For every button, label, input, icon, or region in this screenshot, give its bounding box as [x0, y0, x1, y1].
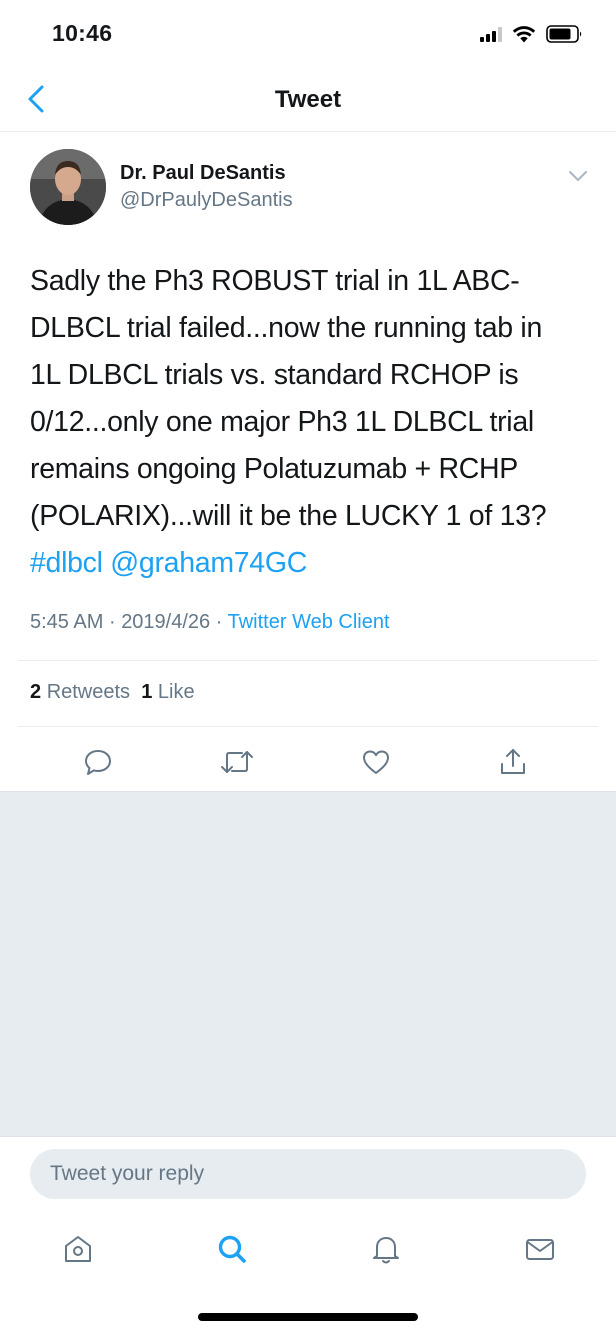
tweet-meta: 5:45 AM · 2019/4/26 · Twitter Web Client	[30, 611, 390, 634]
status-time: 10:46	[52, 20, 113, 46]
hashtag-link[interactable]: #dlbcl	[30, 547, 103, 579]
reply-bar: Tweet your reply	[0, 1136, 616, 1212]
share-icon	[501, 749, 525, 774]
replies-area	[0, 791, 616, 1136]
nav-bar: Tweet	[0, 66, 616, 132]
tweet-text-line: 1L DLBCL trials vs. standard RCHOP is	[30, 359, 519, 391]
retweets-stat[interactable]: 2 Retweets	[30, 681, 130, 703]
like-count: 1	[141, 681, 153, 703]
retweet-label: Retweets	[46, 681, 131, 703]
tweet-options-button[interactable]	[566, 166, 590, 186]
tweet-text: Sadly the Ph3 ROBUST trial in 1L ABC- DL…	[30, 258, 590, 587]
tab-search[interactable]	[210, 1227, 254, 1271]
tweet-header: Dr. Paul DeSantis @DrPaulyDeSantis	[0, 132, 616, 232]
likes-stat[interactable]: 1 Like	[141, 681, 194, 703]
tweet-text-line: Sadly the Ph3 ROBUST trial in 1L ABC-	[30, 265, 520, 297]
chevron-down-icon	[569, 171, 587, 181]
tab-messages[interactable]	[518, 1227, 562, 1271]
tweet-text-line: 0/12...only one major Ph3 1L DLBCL trial	[30, 406, 534, 438]
avatar[interactable]	[30, 149, 106, 225]
meta-separator: ·	[108, 611, 116, 633]
battery-icon	[546, 25, 582, 43]
meta-separator: ·	[215, 611, 223, 633]
retweet-icon	[221, 751, 253, 773]
tweet-text-line: DLBCL trial failed...now the running tab…	[30, 312, 543, 344]
heart-icon	[363, 750, 389, 774]
avatar-image	[30, 149, 106, 225]
like-label: Like	[157, 681, 195, 703]
mail-icon	[526, 1239, 554, 1260]
divider	[18, 726, 598, 727]
status-icons	[480, 22, 584, 46]
cellular-signal-icon	[480, 26, 502, 42]
tweet-client-link[interactable]: Twitter Web Client	[228, 611, 390, 633]
bell-icon	[373, 1237, 399, 1264]
search-icon	[218, 1235, 246, 1263]
reply-icon	[85, 750, 111, 775]
retweet-count: 2	[30, 681, 42, 703]
author-name[interactable]: Dr. Paul DeSantis	[120, 162, 286, 185]
home-indicator	[198, 1313, 418, 1321]
status-bar: 10:46	[0, 0, 616, 66]
tweet-date: 2019/4/26	[121, 611, 211, 633]
like-button[interactable]	[356, 742, 396, 782]
divider	[18, 660, 598, 661]
wifi-icon	[512, 26, 536, 43]
tweet-text-line: remains ongoing Polatuzumab + RCHP	[30, 453, 519, 485]
tab-notifications[interactable]	[364, 1227, 408, 1271]
reply-button[interactable]	[78, 742, 118, 782]
share-button[interactable]	[493, 742, 533, 782]
mention-link[interactable]: @graham74GC	[110, 547, 307, 579]
tweet-time: 5:45 AM	[30, 611, 104, 633]
reply-input[interactable]: Tweet your reply	[30, 1149, 586, 1199]
tab-bar	[0, 1212, 616, 1292]
page-title: Tweet	[274, 86, 342, 113]
tweet-text-line: (POLARIX)...will it be the LUCKY 1 of 13…	[30, 500, 547, 532]
tab-home[interactable]	[56, 1227, 100, 1271]
home-icon	[65, 1236, 91, 1262]
retweet-button[interactable]	[217, 742, 257, 782]
tweet-actions	[0, 740, 616, 790]
author-handle[interactable]: @DrPaulyDeSantis	[120, 189, 293, 212]
tweet-links-line: #dlbcl @graham74GC	[30, 540, 590, 587]
tweet-stats: 2 Retweets 1 Like	[30, 681, 195, 704]
